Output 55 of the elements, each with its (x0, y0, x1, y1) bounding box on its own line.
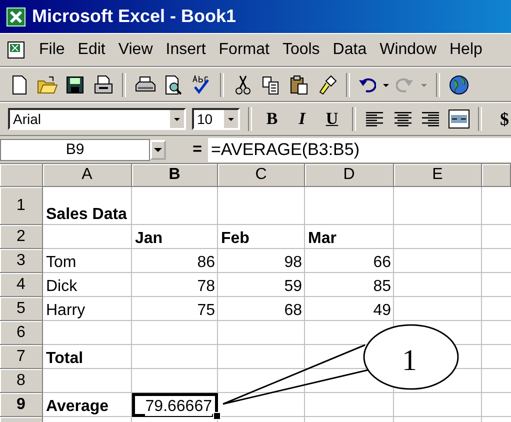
bold-button[interactable]: B (260, 109, 284, 129)
row-header[interactable]: 5 (0, 297, 43, 321)
spreadsheet-app-icon (6, 6, 26, 26)
caret-icon[interactable] (170, 110, 184, 128)
caret-icon[interactable] (154, 146, 162, 152)
paste-clipboard-icon[interactable] (288, 74, 310, 96)
open-folder-icon[interactable] (36, 74, 58, 96)
formula-field[interactable]: =AVERAGE(B3:B5) (208, 138, 511, 162)
row-header[interactable]: 7 (0, 345, 43, 369)
name-box[interactable]: B9 (0, 138, 150, 160)
align-left-icon[interactable] (364, 110, 386, 128)
menu-item[interactable]: Edit (78, 41, 106, 59)
equals-sign: = (192, 140, 203, 158)
table-cell-text: Average (45, 397, 110, 417)
row-header[interactable]: 8 (0, 369, 43, 393)
menu-item[interactable]: Insert (166, 41, 206, 59)
window-title: Microsoft Excel - Book1 (32, 6, 236, 27)
column-header[interactable]: C (218, 164, 305, 187)
caret-icon[interactable] (224, 110, 238, 128)
row-header[interactable]: 4 (0, 273, 43, 297)
menu-item[interactable]: File (39, 41, 65, 59)
font-size-dropdown[interactable]: 10 (192, 108, 240, 130)
italic-button[interactable]: I (290, 109, 314, 129)
merge-center-icon[interactable] (448, 109, 470, 129)
fill-handle[interactable] (213, 412, 221, 420)
column-header[interactable]: B (132, 164, 218, 187)
row-header[interactable]: 3 (0, 249, 43, 273)
currency-button[interactable]: $ (500, 108, 509, 130)
menu-item[interactable]: Tools (282, 41, 320, 59)
align-right-icon[interactable] (420, 110, 442, 128)
menu-item[interactable]: Help (450, 41, 482, 59)
table-cell-text: Harry (45, 301, 86, 321)
row-header[interactable]: 6 (0, 321, 43, 345)
menu-item[interactable]: Format (218, 41, 270, 59)
dropdown-button[interactable] (150, 140, 166, 160)
printer-sheet-icon[interactable] (92, 74, 114, 96)
column-header[interactable]: A (43, 164, 132, 187)
select-all-corner[interactable] (0, 164, 43, 187)
selected-cell: 79.66667 (132, 393, 218, 417)
align-center-icon[interactable] (392, 110, 414, 128)
row-header[interactable]: 1 (0, 187, 43, 225)
font-name-dropdown[interactable]: Arial (8, 108, 186, 130)
menu-item[interactable]: View (118, 41, 153, 59)
row-header[interactable]: 9 (0, 393, 43, 417)
workbook-icon[interactable] (6, 40, 26, 60)
callout-label: 1 (402, 344, 417, 377)
globe-icon[interactable] (448, 74, 470, 96)
underline-button[interactable]: U (320, 109, 344, 129)
column-header[interactable]: D (305, 164, 394, 187)
column-header[interactable]: E (394, 164, 482, 187)
spelling-check-icon[interactable] (190, 74, 212, 96)
menu-item[interactable]: Window (380, 41, 436, 59)
column-header[interactable] (482, 164, 511, 187)
menu-item[interactable]: Data (332, 41, 367, 59)
row-header[interactable]: 2 (0, 225, 43, 249)
